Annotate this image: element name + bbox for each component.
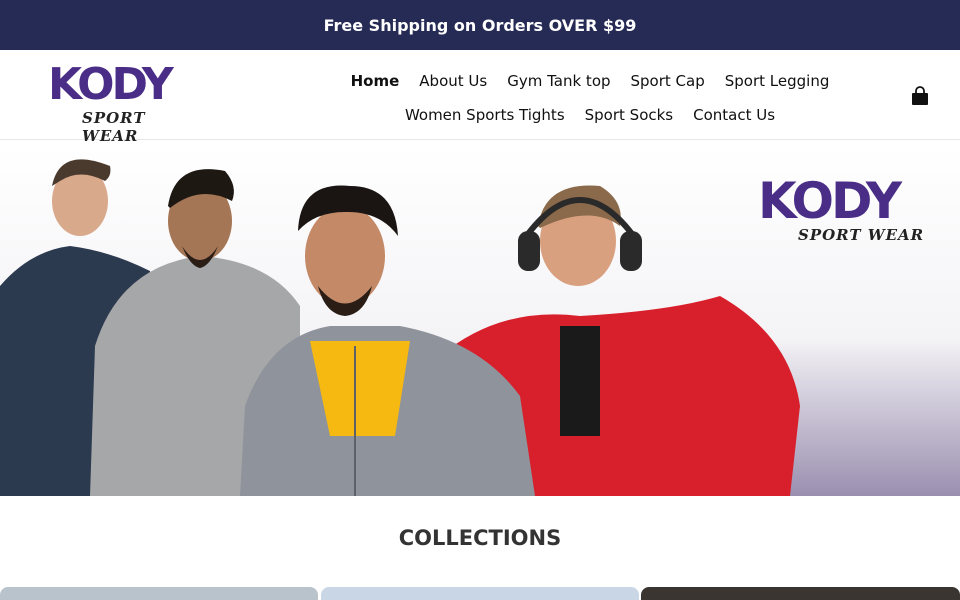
nav-item-gym-tank-top[interactable]: Gym Tank top [507,72,610,90]
nav-row-1: Home About Us Gym Tank top Sport Cap Spo… [330,64,850,98]
main-nav: Home About Us Gym Tank top Sport Cap Spo… [330,64,850,132]
nav-item-sport-cap[interactable]: Sport Cap [631,72,705,90]
collection-card-3[interactable] [641,587,960,600]
hero-brand-logo: KODY SPORT WEAR [758,176,930,256]
nav-item-sport-legging[interactable]: Sport Legging [725,72,830,90]
hero-banner[interactable]: KODY SPORT WEAR [0,146,960,496]
cart-button[interactable] [910,86,930,106]
brand-logo[interactable]: KODY SPORT WEAR [48,59,198,146]
brand-logo-word: KODY [48,59,174,110]
shopping-bag-icon [912,86,928,105]
collection-card-2[interactable] [321,587,639,600]
nav-item-about-us[interactable]: About Us [419,72,487,90]
announcement-text: Free Shipping on Orders OVER $99 [323,15,637,35]
nav-item-home[interactable]: Home [351,72,400,90]
hero-logo-word: KODY [758,172,902,230]
hero-logo-tagline: SPORT WEAR [798,226,925,244]
nav-row-2: Women Sports Tights Sport Socks Contact … [330,98,850,132]
nav-item-sport-socks[interactable]: Sport Socks [585,106,673,124]
announcement-bar: Free Shipping on Orders OVER $99 [0,0,960,50]
site-header: KODY SPORT WEAR Home About Us Gym Tank t… [0,50,960,146]
collections-heading: COLLECTIONS [398,526,562,550]
brand-logo-tagline: SPORT WEAR [82,109,146,145]
nav-item-contact-us[interactable]: Contact Us [693,106,775,124]
collection-card-1[interactable] [0,587,318,600]
nav-item-women-sports-tights[interactable]: Women Sports Tights [405,106,565,124]
